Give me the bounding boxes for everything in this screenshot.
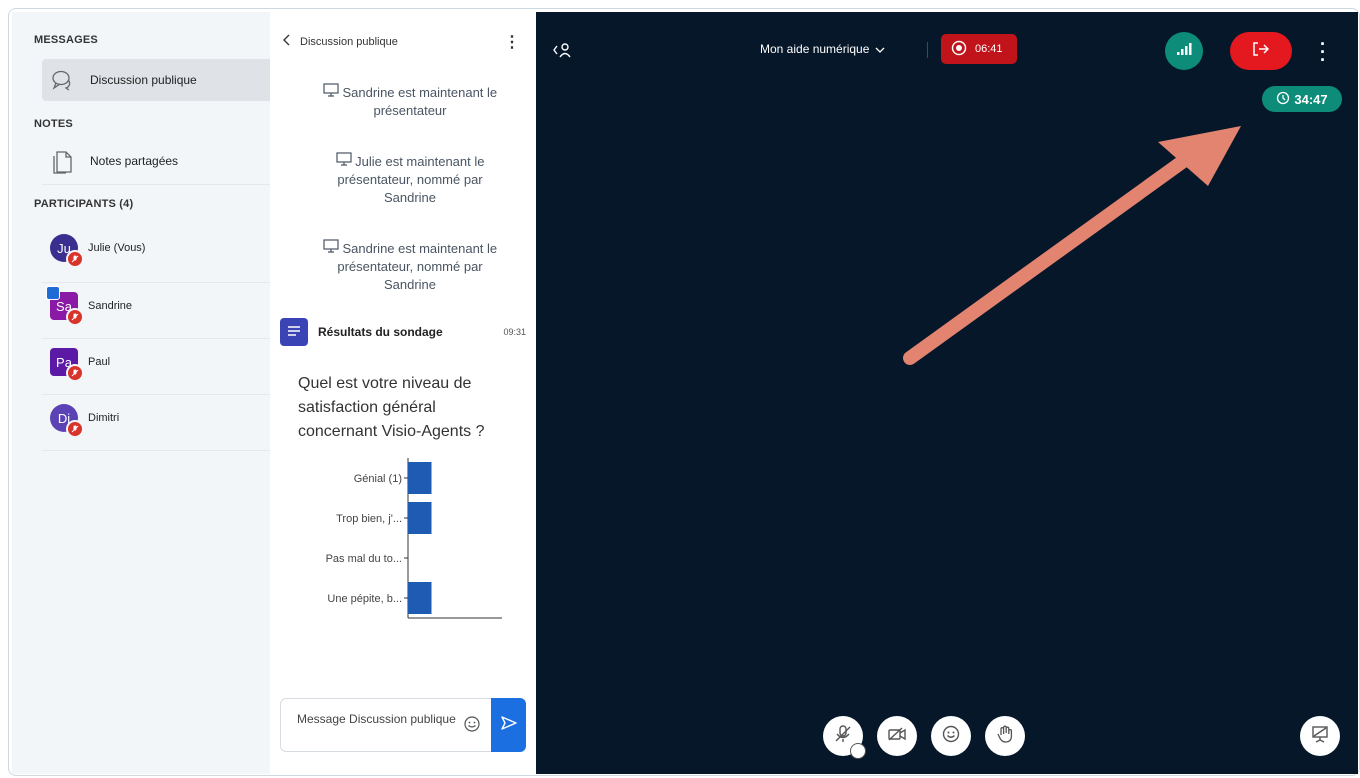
chat-header[interactable]: Discussion publique	[282, 34, 398, 49]
poll-time: 09:31	[503, 327, 526, 337]
presenter-screen-icon	[323, 239, 339, 256]
presenter-icon	[46, 286, 60, 300]
document-icon	[50, 148, 76, 174]
muted-mic-icon	[66, 250, 84, 268]
presenter-screen-icon	[335, 152, 352, 169]
avatar: Di	[50, 404, 84, 438]
participant-name: Dimitri	[88, 412, 120, 424]
emoji-icon[interactable]	[463, 715, 481, 733]
reactions-button[interactable]	[931, 716, 971, 756]
muted-mic-icon	[66, 308, 84, 326]
participant-name: Julie (Vous)	[88, 242, 146, 254]
more-options-icon[interactable]: · · ·	[1320, 35, 1326, 69]
category-label: Génial (1)	[354, 473, 402, 485]
session-timer-value: 34:47	[1294, 91, 1328, 107]
bar	[408, 582, 432, 614]
divider	[42, 184, 280, 185]
category-label: Pas mal du to...	[326, 553, 402, 565]
sidebar-item-shared-notes[interactable]: Notes partagées	[42, 140, 280, 182]
exit-icon	[1252, 41, 1270, 62]
divider	[42, 282, 280, 283]
sidebar-item-label: Discussion publique	[90, 73, 197, 87]
camera-off-icon	[887, 726, 907, 747]
avatar: Ju	[50, 234, 84, 268]
system-message: Julie est maintenant le présentateur, no…	[335, 152, 485, 205]
chat-input-placeholder: Message Discussion publique	[297, 712, 456, 726]
participant-name: Sandrine	[88, 300, 133, 312]
bar	[408, 502, 432, 534]
microphone-button[interactable]	[823, 716, 866, 759]
chat-bubbles-icon	[50, 67, 76, 93]
category-label: Trop bien, j'...	[336, 513, 402, 525]
meeting-title-text: Mon aide numérique	[760, 42, 870, 56]
smiley-icon	[941, 724, 961, 749]
raise-hand-button[interactable]	[985, 716, 1025, 756]
chevron-left-icon[interactable]	[282, 34, 290, 49]
muted-mic-icon	[66, 420, 84, 438]
record-icon	[951, 40, 967, 59]
signal-bars-icon	[1175, 42, 1193, 61]
participant-dimitri[interactable]: Di Dimitri	[50, 404, 120, 438]
chat-title: Discussion publique	[300, 35, 398, 48]
participant-julie[interactable]: Ju Julie (Vous)	[50, 234, 146, 268]
muted-mic-icon	[66, 364, 84, 382]
recording-time: 06:41	[975, 43, 1003, 55]
divider	[42, 450, 280, 451]
divider	[927, 42, 928, 58]
annotation-arrow	[903, 126, 1241, 365]
messages-section-title: MESSAGES	[34, 34, 98, 46]
divider	[42, 394, 280, 395]
chevron-down-icon	[875, 42, 885, 56]
muted-microphone-icon	[833, 724, 853, 749]
leave-meeting-button[interactable]	[1230, 32, 1292, 70]
chat-panel: Discussion publique ⋮ Sandrine est maint…	[270, 12, 536, 774]
chevron-up-icon[interactable]	[850, 743, 866, 759]
session-timer: 34:47	[1262, 86, 1342, 112]
participant-name: Paul	[88, 356, 111, 368]
chat-message-input[interactable]: Message Discussion publique	[280, 698, 526, 752]
send-button[interactable]	[491, 698, 526, 752]
camera-button[interactable]	[877, 716, 917, 756]
poll-result-header: Résultats du sondage 09:31	[280, 318, 526, 346]
sidebar: MESSAGES Discussion publique NOTES Notes…	[12, 12, 280, 774]
divider	[42, 338, 280, 339]
presenter-screen-icon	[323, 83, 339, 100]
clock-icon	[1276, 91, 1290, 108]
avatar: Pa	[50, 348, 84, 382]
toggle-user-list-icon[interactable]	[552, 42, 572, 63]
participant-sandrine[interactable]: Sa Sandrine	[46, 286, 133, 326]
system-message: Sandrine est maintenant le présentateur	[310, 83, 510, 120]
poll-question: Quel est votre niveau de satisfaction gé…	[298, 375, 485, 440]
send-icon	[500, 715, 517, 735]
poll-icon	[280, 318, 308, 346]
sidebar-item-public-chat[interactable]: Discussion publique	[42, 59, 280, 101]
sidebar-item-label: Notes partagées	[90, 154, 179, 168]
avatar: Sa	[46, 286, 84, 326]
participant-paul[interactable]: Pa Paul	[50, 348, 111, 382]
connection-status-button[interactable]	[1165, 32, 1203, 70]
recording-indicator[interactable]: 06:41	[941, 34, 1017, 64]
participants-section-title: PARTICIPANTS (4)	[34, 198, 134, 210]
presentation-button[interactable]	[1300, 716, 1340, 756]
notes-section-title: NOTES	[34, 118, 73, 130]
meeting-title[interactable]: Mon aide numérique	[760, 42, 885, 56]
system-message: Sandrine est maintenant le présentateur,…	[310, 239, 510, 294]
chat-options-icon[interactable]: ⋮	[504, 32, 520, 52]
category-label: Une pépite, b...	[327, 593, 402, 605]
poll-results-chart: Génial (1) Trop bien, j'... Pas mal du to.…	[326, 458, 502, 619]
hand-icon	[996, 724, 1014, 749]
presentation-icon	[1310, 724, 1330, 749]
poll-title: Résultats du sondage	[318, 325, 443, 339]
main-video-area: Mon aide numérique 06:41 · · · 34:47	[536, 12, 1358, 774]
bar	[408, 462, 432, 494]
